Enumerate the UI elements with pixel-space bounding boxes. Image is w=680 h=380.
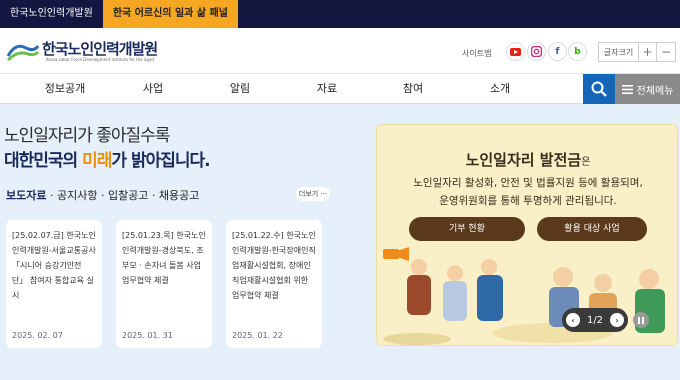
logo-name: 한국노인인력개발원 [42,40,158,58]
site-header: 한국노인인력개발원 Korea Labor Force Development … [0,28,680,74]
banner-illustration [383,247,665,345]
next-arrow-icon[interactable]: › [610,313,624,327]
site-logo[interactable]: 한국노인인력개발원 Korea Labor Force Development … [6,38,158,68]
top-utility-bar: 한국노인인력개발원 한국 어르신의 일과 삶 패널 [0,0,680,28]
banner-desc-1: 노인일자리 활성화, 안전 및 법률지원 등에 활용되며, [413,177,643,189]
nav-item-about[interactable]: 소개 [465,74,535,104]
tab-panel[interactable]: 한국 어르신의 일과 삶 패널 [102,0,238,28]
news-card-date: 2025. 01. 31 [122,331,173,340]
blog-icon[interactable]: b [568,42,587,61]
font-size-control: 글자크기 + − [598,42,676,62]
news-card[interactable]: [25.02.07.금] 한국노인인력개발원-서울교통공사 「시니어 승강기안전… [6,220,102,348]
target-projects-button[interactable]: 활용 대상 사업 [537,217,647,241]
font-increase-button[interactable]: + [639,43,657,61]
news-card[interactable]: [25.01.22.수] 한국노인인력개발원-한국장애인직업재활시설협회, 장애… [226,220,322,348]
news-section-title: 보도자료 · 공지사항 · 입찰공고 · 채용공고 [6,187,199,203]
banner-pager: ‹ 1/2 › [562,308,628,332]
donation-banner[interactable]: 노인일자리 발전금은 노인일자리 활성화, 안전 및 법률지원 등에 활용되며,… [376,124,678,346]
news-card-date: 2025. 01. 22 [232,331,283,340]
news-card[interactable]: [25.01.23.목] 한국노인인력개발원-경상북도, 조부모 · 손자녀 돌… [116,220,212,348]
nav-item-business[interactable]: 사업 [118,74,188,104]
prev-arrow-icon[interactable]: ‹ [566,313,580,327]
instagram-icon[interactable] [527,42,546,61]
nav-item-info[interactable]: 정보공개 [30,74,100,104]
all-menu-button[interactable]: 전체메뉴 [615,74,680,104]
pause-icon[interactable] [633,312,649,328]
tab-koreai[interactable]: 한국노인인력개발원 [0,0,103,28]
all-menu-label: 전체메뉴 [636,85,674,97]
news-card-title: [25.01.23.목] 한국노인인력개발원-경상북도, 조부모 · 손자녀 돌… [122,231,206,285]
news-card-title: [25.01.22.수] 한국노인인력개발원-한국장애인직업재활시설협회, 장애… [232,231,316,300]
sitemap-link[interactable]: 사이트맵 [462,48,491,59]
font-size-label: 글자크기 [599,43,639,61]
logo-subtitle: Korea Labor Force Development Institute … [46,57,154,62]
logo-mark-icon [6,44,40,62]
banner-desc-2: 운영위원회를 통해 투명하게 관리됩니다. [439,195,617,207]
news-tab-press[interactable]: 보도자료 [6,189,46,202]
search-icon [591,81,607,97]
donation-status-button[interactable]: 기부 현황 [409,217,525,241]
pager-count: 1/2 [586,314,604,326]
nav-item-notice[interactable]: 알림 [205,74,275,104]
hero-highlight: 미래 [82,151,112,171]
youtube-icon[interactable] [506,42,525,61]
hamburger-icon [621,84,633,94]
facebook-icon[interactable]: f [548,42,567,61]
hero-line-1: 노인일자리가 좋아질수록 [4,126,170,146]
more-button[interactable]: 더보기 ··· [296,187,330,201]
hero-line-2: 대한민국의 미래가 밝아집니다. [4,151,211,171]
main-nav: 정보공개 사업 알림 자료 참여 소개 [0,74,680,104]
news-tab-others[interactable]: · 공지사항 · 입찰공고 · 채용공고 [46,189,199,202]
banner-title: 노인일자리 발전금은 [465,151,591,169]
news-card-title: [25.02.07.금] 한국노인인력개발원-서울교통공사 「시니어 승강기안전… [12,231,96,300]
nav-item-participate[interactable]: 참여 [378,74,448,104]
news-card-date: 2025. 02. 07 [12,331,63,340]
nav-item-data[interactable]: 자료 [292,74,362,104]
font-decrease-button[interactable]: − [657,43,675,61]
search-button[interactable] [583,74,615,104]
